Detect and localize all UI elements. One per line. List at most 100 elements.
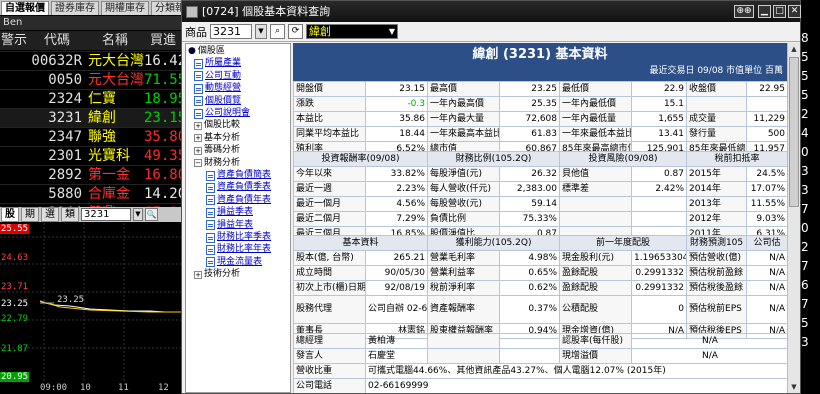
quote-row[interactable]: 5880 合庫金 14.20 <box>0 184 182 203</box>
col-code: 代碼 <box>43 33 70 48</box>
tree-item[interactable]: 公司互動 <box>194 71 241 82</box>
value-cell: 15.1 <box>631 96 687 112</box>
window-titlebar[interactable]: [0724] 個股基本資料查詢 <box>182 1 800 22</box>
screen: 自選報價 證券庫存 期權庫存 分類報價 Ben 警示 代碼 名稱 買進 0063… <box>0 0 820 394</box>
quote-row[interactable]: 0050 元大台灣 71.55 <box>0 70 182 89</box>
scroll-up-icon[interactable]: ▲ <box>788 43 800 55</box>
tab-stock[interactable]: 股 <box>1 207 19 222</box>
quote-row[interactable]: 3231 緯創 23.15 <box>0 108 182 127</box>
y-label: 24.63 <box>1 253 29 263</box>
scroll-thumb[interactable] <box>789 57 799 207</box>
document-icon <box>206 232 215 243</box>
value-cell: 0.62% <box>499 280 561 296</box>
search-icon[interactable]: 🔍 <box>145 208 158 221</box>
expand-icon[interactable]: + <box>194 121 202 130</box>
quote-row[interactable]: 2347 聯強 35.80 <box>0 127 182 146</box>
chevron-down-icon[interactable]: ▼ <box>255 24 267 39</box>
value-cell: 0.2991332 <box>631 280 688 296</box>
tree-item[interactable]: + 技術分析 <box>194 269 240 280</box>
link-icon[interactable]: ⊕⊕ <box>734 5 754 18</box>
expand-icon[interactable]: + <box>194 270 202 279</box>
tree-item[interactable]: 損益季表 <box>206 207 253 218</box>
background-value: 5 <box>801 69 809 83</box>
quote-row: 本益比 35.86 一年內最大量 72,608 一年內最低量 1,655 成交量 11,229 <box>293 111 787 127</box>
basic-profit-table: 基本資料 獲利能力(105.2Q) 前一年度配股 財務預測105 公司估 股本(億, 台幣… <box>293 235 787 339</box>
maximize-button[interactable]: □ <box>773 5 786 18</box>
value-cell: 11,229 <box>746 111 787 127</box>
tab-futures[interactable]: 期 <box>21 207 39 222</box>
stock-name: 第一金 <box>88 167 130 183</box>
value-cell: -0.3 <box>365 96 428 112</box>
label-cell: 標準差 <box>559 181 632 197</box>
value-cell: 22.9 <box>631 81 687 97</box>
tree-item[interactable]: − 財務分析 <box>194 158 240 169</box>
tab-stock-inventory[interactable]: 證券庫存 <box>51 1 99 15</box>
tree-item[interactable]: 所屬產業 <box>194 58 241 69</box>
quote-table-header: 警示 代碼 名稱 買進 <box>0 31 182 50</box>
label-cell: 預估稅前盈餘 <box>686 265 748 281</box>
tab-options-inventory[interactable]: 期權庫存 <box>101 1 149 15</box>
tree-item[interactable]: 個股價覽 <box>194 96 241 107</box>
document-icon <box>194 83 203 94</box>
tree-item[interactable]: 公司說明會 <box>194 108 250 119</box>
alert-cell <box>0 128 28 146</box>
close-button[interactable]: ✕ <box>788 5 801 18</box>
stock-name: 元大台灣 <box>88 72 144 88</box>
label-cell: 初次上市(櫃)日期 <box>293 280 366 296</box>
label-cell: 總經理 <box>293 333 366 349</box>
collapse-icon[interactable]: − <box>194 159 202 168</box>
tree-item[interactable]: 資產負債年表 <box>206 195 271 206</box>
value-cell: 26.32 <box>499 166 560 182</box>
product-code-input[interactable]: 3231 <box>210 24 252 39</box>
tree-item[interactable]: 資產負債季表 <box>206 182 271 193</box>
tree-item[interactable]: 財務比率年表 <box>206 244 271 255</box>
section-title: 財務預測105 <box>686 235 748 251</box>
ratio-row: 最近一週 2.23% 每人營收(仟元) 2,383.00 標準差 2.42% 2014年 17… <box>293 181 787 197</box>
quote-row[interactable]: 2301 光寶科 49.35 <box>0 146 182 165</box>
expand-icon[interactable]: + <box>194 134 202 143</box>
tree-item-label: 動態經營 <box>205 83 242 94</box>
background-value: 0 <box>801 145 809 159</box>
tree-item[interactable]: + 個股比較 <box>194 120 240 131</box>
tree-item[interactable]: 資產負債簡表 <box>206 170 271 181</box>
quote-row[interactable]: 00632R 元大台灣 16.42 <box>0 51 182 70</box>
y-label: 22.79 <box>1 314 29 324</box>
minimize-button[interactable]: ▁ <box>758 5 771 18</box>
tab-category[interactable]: 類 <box>61 207 79 222</box>
quote-row[interactable]: 2892 第一金 16.80 <box>0 165 182 184</box>
scroll-down-icon[interactable]: ▼ <box>788 381 800 393</box>
value-cell: 0.65% <box>499 265 561 281</box>
chevron-down-icon: ▼ <box>388 27 395 36</box>
stock-code: 00632R <box>31 53 82 69</box>
tree-item[interactable]: 現金流量表 <box>206 257 262 268</box>
value-cell: 公司自辦 02-66007996 <box>364 295 429 324</box>
label-cell: 開盤價 <box>293 81 366 97</box>
chevron-down-icon[interactable]: ▼ <box>133 208 143 221</box>
quote-row[interactable]: 2324 仁寶 18.95 <box>0 89 182 108</box>
basic-row: 股務代理公司自辦 02-66007996資產報酬率0.37%公積配股0預估稅前E… <box>293 295 787 324</box>
tab-options[interactable]: 選 <box>41 207 59 222</box>
refresh-icon[interactable]: ⟳ <box>288 24 303 39</box>
search-icon[interactable]: ⌕ <box>270 24 285 39</box>
tree-item[interactable]: + 籌碼分析 <box>194 145 240 156</box>
tree-item[interactable]: 財務比率季表 <box>206 232 271 243</box>
y-label-high: 25.55 <box>0 224 30 234</box>
quote-row: 漲跌 -0.3 一年內最高價 25.35 一年內最低價 15.1 <box>293 96 787 112</box>
stock-code: 5880 <box>48 186 82 202</box>
tree-item[interactable]: ● 個股區 <box>188 46 225 57</box>
chart-code-input[interactable]: 3231 <box>81 208 131 221</box>
label-cell: 股務代理 <box>293 295 366 324</box>
background-value: 4 <box>801 126 809 140</box>
stock-info-window: [0724] 個股基本資料查詢 ⊕⊕ ▁ □ ✕ 商品 3231 ▼ ⌕ ⟳ 緯… <box>181 0 801 394</box>
expand-icon[interactable]: + <box>194 146 202 155</box>
section-title: 獲利能力(105.2Q) <box>427 235 561 251</box>
tree-item[interactable]: + 基本分析 <box>194 133 240 144</box>
product-name-select[interactable]: 緯創 ▼ <box>306 24 398 39</box>
label-cell: 每人營收(仟元) <box>427 181 500 197</box>
tab-watchlist[interactable]: 自選報價 <box>1 1 49 15</box>
tree-item[interactable]: 損益年表 <box>206 220 253 231</box>
label-cell: 一年來最低本益比 <box>559 126 632 142</box>
vertical-scrollbar[interactable]: ▲ ▼ <box>787 43 800 393</box>
return-ratio-table: 投資報酬率(09/08) 財務比例(105.2Q) 投資風險(09/08) 稅前扣抵率… <box>293 151 787 242</box>
tree-item[interactable]: 動態經營 <box>194 83 241 94</box>
